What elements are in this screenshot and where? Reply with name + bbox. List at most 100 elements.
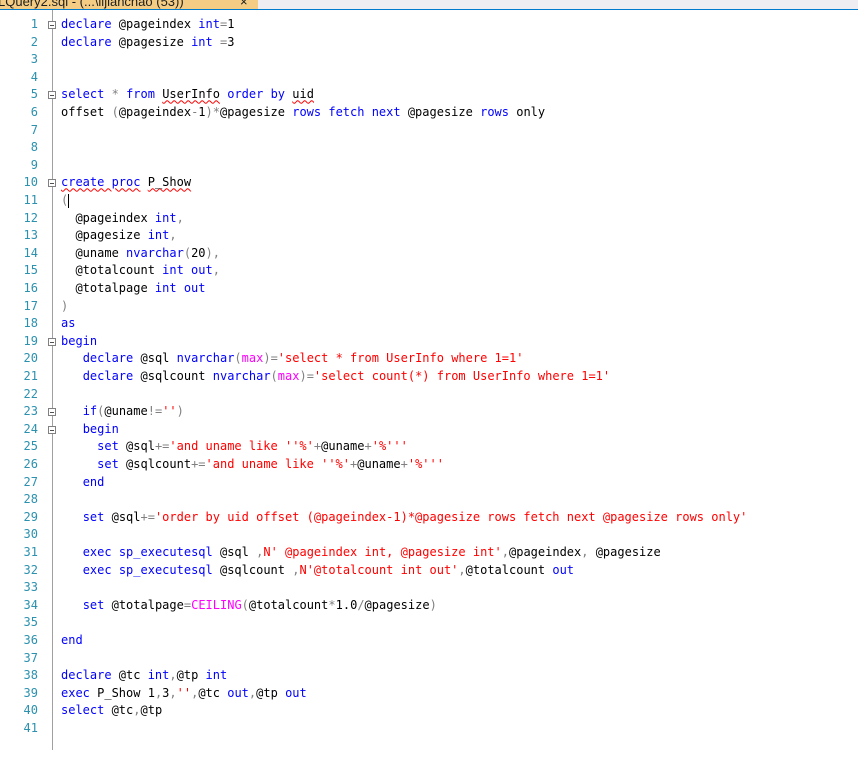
code-line[interactable]: 19 begin [0, 333, 858, 351]
collapse-icon[interactable] [48, 425, 56, 434]
code-token: ( [111, 105, 119, 119]
code-token: set [97, 457, 119, 471]
code-line[interactable]: 9 [0, 157, 858, 175]
code-line[interactable]: 40 select @tc,@tp [0, 702, 858, 720]
code-token: @sqlcount [118, 457, 192, 471]
code-line[interactable]: 11 ( [0, 192, 858, 210]
code-token: set [82, 597, 105, 612]
code-line[interactable]: 35 [0, 614, 858, 632]
code-line[interactable]: 32 exec sp_executesql @sqlcount ,N'@tota… [0, 562, 858, 580]
code-line[interactable]: 22 [0, 386, 858, 404]
code-token: offset [61, 105, 112, 119]
code-token: set [82, 509, 105, 524]
code-line[interactable]: 33 [0, 579, 858, 597]
line-number: 7 [30, 122, 38, 137]
code-token: @sql [133, 351, 177, 366]
code-line[interactable]: 12 @pageindex int, [0, 210, 858, 228]
line-number: 18 [23, 316, 38, 331]
line-number: 23 [23, 404, 38, 419]
line-number: 37 [23, 650, 38, 665]
code-line[interactable]: 13 @pagesize int, [0, 227, 858, 245]
line-number: 5 [30, 87, 38, 102]
code-line[interactable]: 4 [0, 69, 858, 87]
document-tab[interactable]: LQuery2.sql - (...\lijianchao (53)) × [0, 0, 258, 9]
code-line[interactable]: 3 [0, 51, 858, 69]
code-line[interactable]: 39 exec P_Show 1,3,'',@tc out,@tp out [0, 685, 858, 703]
code-token: 3 [227, 34, 235, 49]
code-token: @uname [104, 404, 148, 419]
code-token: * [111, 87, 119, 102]
code-line[interactable]: 2 declare @pagesize int =3 [0, 34, 858, 52]
code-token: @sql [104, 509, 141, 524]
line-number: 19 [23, 333, 38, 348]
code-line[interactable]: 26 set @sqlcount+='and uname like ''%' +@… [0, 456, 858, 474]
code-token: @totalcount [248, 597, 329, 612]
code-editor[interactable]: 1 declare @pageindex int=1 2 declare @pages… [0, 10, 858, 778]
code-line[interactable]: 27 end [0, 474, 858, 492]
code-line[interactable]: 21 declare @sqlcount nvarchar(max)='sele… [0, 368, 858, 386]
code-token: begin [82, 421, 119, 436]
code-line[interactable]: 36 end [0, 632, 858, 650]
code-token: , [501, 545, 509, 559]
code-line[interactable]: 29 set @sql+='order by uid offset (@page… [0, 509, 858, 527]
code-line[interactable]: 34 set @totalpage=CEILING(@totalcount*1.… [0, 597, 858, 615]
code-line[interactable]: 30 [0, 526, 858, 544]
code-line[interactable]: 15 @totalcount int out, [0, 262, 858, 280]
code-token: int [147, 668, 170, 683]
collapse-icon[interactable] [48, 337, 56, 346]
code-token: out [552, 562, 575, 577]
code-line[interactable]: 25 set @sql+='and uname like ''%' +@uname… [0, 438, 858, 456]
code-line[interactable]: 38 declare @tc int,@tp int [0, 667, 858, 685]
code-token: @tp [176, 668, 206, 683]
line-number: 24 [23, 421, 38, 436]
line-number: 2 [30, 34, 38, 49]
code-line[interactable]: 1 declare @pageindex int=1 [0, 16, 858, 34]
collapse-icon[interactable] [48, 21, 56, 29]
code-token: int [198, 17, 220, 31]
line-number: 8 [30, 140, 38, 155]
collapse-icon[interactable] [48, 179, 56, 188]
code-line[interactable]: 31 exec sp_executesql @sql ,N' @pageinde… [0, 544, 858, 562]
code-token: , [212, 263, 220, 278]
code-line[interactable]: 18 as [0, 315, 858, 333]
line-number: 4 [30, 69, 38, 84]
code-token: + [364, 439, 372, 454]
line-number: 11 [23, 193, 38, 207]
code-line[interactable]: 23 if(@uname!='') [0, 403, 858, 421]
code-text: exec sp_executesql @sqlcount ,N'@totalco… [61, 562, 574, 580]
code-token: 'select count(*) from UserInfo where 1=1… [313, 369, 611, 383]
code-token: @pagesize [61, 228, 148, 243]
line-number: 41 [23, 721, 38, 735]
code-line[interactable]: 5 select * from UserInfo order by uid [0, 86, 858, 104]
code-token: int [205, 668, 228, 683]
collapse-icon[interactable] [48, 408, 56, 417]
code-line[interactable]: 14 @uname nvarchar(20), [0, 245, 858, 263]
line-number: 12 [23, 210, 38, 225]
code-token: int [147, 228, 170, 243]
code-token: )* [205, 105, 220, 119]
close-icon[interactable]: × [240, 0, 248, 9]
code-line[interactable]: 24 begin [0, 421, 858, 439]
code-line[interactable]: 7 [0, 122, 858, 140]
code-token: int out [154, 281, 206, 295]
code-line[interactable]: 10 create proc P_Show [0, 174, 858, 192]
code-line[interactable]: 8 [0, 139, 858, 157]
code-text: select @tc,@tp [61, 702, 162, 720]
code-token: @tp [256, 685, 286, 700]
code-line[interactable]: 6 offset (@pageindex-1)*@pagesize rows fe… [0, 104, 858, 122]
code-line[interactable]: 20 declare @sql nvarchar(max)='select * … [0, 350, 858, 368]
collapse-icon[interactable] [48, 91, 56, 100]
line-number: 6 [30, 105, 38, 119]
code-line[interactable]: 41 [0, 720, 858, 738]
code-token: out [227, 685, 249, 700]
code-line[interactable]: 17) [0, 298, 858, 316]
code-text: offset (@pageindex-1)*@pagesize rows fet… [61, 104, 545, 122]
code-line[interactable]: 28 [0, 491, 858, 509]
code-line[interactable]: 37 [0, 650, 858, 668]
code-line[interactable]: 16 @totalpage int out [0, 280, 858, 298]
